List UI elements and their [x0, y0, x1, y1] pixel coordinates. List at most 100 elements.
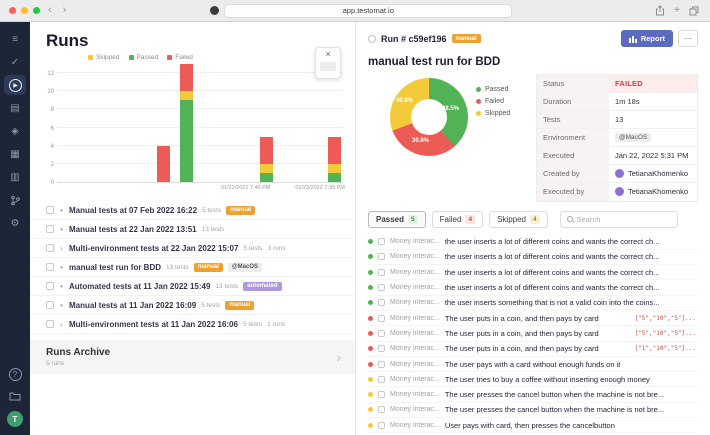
test-title[interactable]: the user inserts something that is not a… [445, 298, 660, 307]
run-list-item[interactable]: › Multi-environment tests at 22 Jan 2022 … [30, 239, 355, 258]
forward-button[interactable]: › [60, 5, 70, 16]
run-title[interactable]: Automated tests at 11 Jan 2022 15:49 [69, 282, 210, 291]
sidebar-item-analytics-icon[interactable]: ▥ [4, 167, 26, 187]
test-checkbox[interactable] [378, 361, 385, 368]
minimize-window-button[interactable] [21, 7, 28, 14]
run-list-item[interactable]: •Manual tests at 22 Jan 2022 13:5113 tes… [30, 220, 355, 239]
run-title[interactable]: Manual tests at 11 Jan 2022 16:09 [69, 301, 196, 310]
report-button[interactable]: Report [621, 30, 673, 47]
back-button[interactable]: ‹ [45, 5, 55, 16]
test-suite-label[interactable]: Money interac... [390, 299, 440, 306]
run-title[interactable]: manual test run for BDD [69, 263, 161, 272]
test-checkbox[interactable] [378, 330, 385, 337]
run-list-item[interactable]: •Manual tests at 07 Feb 2022 16:225 test… [30, 201, 355, 220]
zoom-window-button[interactable] [33, 7, 40, 14]
test-suite-label[interactable]: Money interac... [390, 238, 440, 245]
test-checkbox[interactable] [378, 284, 385, 291]
run-checkbox[interactable] [46, 320, 54, 328]
test-list-item[interactable]: Money interac... the user inserts a lot o… [368, 235, 698, 250]
tab-failed[interactable]: Failed4 [432, 211, 483, 228]
run-title[interactable]: Manual tests at 22 Jan 2022 13:51 [69, 225, 197, 234]
expand-chevron-icon[interactable]: › [59, 320, 64, 329]
sidebar-item-suites-icon[interactable]: ◈ [4, 121, 26, 141]
test-title[interactable]: The user pays with a card without enough… [445, 360, 621, 369]
run-checkbox[interactable] [46, 301, 54, 309]
chart-bar[interactable] [328, 137, 341, 182]
new-tab-icon[interactable]: + [672, 5, 682, 16]
sidebar-item-checks-icon[interactable]: ✓ [4, 52, 26, 72]
test-title[interactable]: the user inserts a lot of different coin… [445, 237, 660, 246]
test-list-item[interactable]: Money interac...The user presses the can… [368, 387, 698, 402]
test-suite-label[interactable]: Money interac... [390, 345, 440, 352]
run-checkbox[interactable] [46, 244, 54, 252]
test-checkbox[interactable] [378, 376, 385, 383]
test-title[interactable]: The user presses the cancel button when … [445, 405, 664, 414]
test-title[interactable]: The user puts in a coin, and then pays b… [445, 329, 599, 338]
test-checkbox[interactable] [378, 391, 385, 398]
test-suite-label[interactable]: Money interac... [390, 422, 440, 429]
close-icon[interactable]: × [325, 50, 330, 59]
run-list-item[interactable]: › Multi-environment tests at 11 Jan 2022 … [30, 315, 355, 334]
test-checkbox[interactable] [378, 269, 385, 276]
user-avatar-badge[interactable]: T [7, 411, 23, 427]
test-checkbox[interactable] [378, 253, 385, 260]
runs-archive[interactable]: Runs Archive 5 runs › [30, 340, 355, 374]
close-window-button[interactable] [9, 7, 16, 14]
archive-folder-icon[interactable] [4, 386, 26, 406]
test-checkbox[interactable] [378, 299, 385, 306]
test-list-item[interactable]: Money interac... The user presses the can… [368, 403, 698, 418]
test-title[interactable]: the user inserts a lot of different coin… [445, 252, 660, 261]
test-title[interactable]: The user presses the cancel button when … [445, 390, 664, 399]
test-title[interactable]: The user puts in a coin, and then pays b… [445, 344, 599, 353]
help-icon[interactable]: ? [9, 368, 22, 381]
test-checkbox[interactable] [378, 406, 385, 413]
run-list-item[interactable]: •Automated tests at 11 Jan 2022 15:4913 … [30, 277, 355, 296]
chart-bar[interactable] [157, 146, 170, 182]
test-list-item[interactable]: Money interac... the user inserts a lot o… [368, 280, 698, 295]
test-checkbox[interactable] [378, 345, 385, 352]
run-list-item[interactable]: •Manual tests at 11 Jan 2022 16:095 test… [30, 296, 355, 315]
test-list-item[interactable]: Money interac... the user inserts a lot o… [368, 265, 698, 280]
test-suite-label[interactable]: Money interac... [390, 284, 440, 291]
menu-icon[interactable]: ≡ [4, 29, 26, 49]
chart-bar[interactable] [180, 64, 193, 182]
run-checkbox[interactable] [46, 225, 54, 233]
test-list-item[interactable]: Money interac... the user inserts a lot o… [368, 250, 698, 265]
run-title[interactable]: Multi-environment tests at 22 Jan 2022 1… [69, 244, 238, 253]
sidebar-item-tasks-icon[interactable]: ▤ [4, 98, 26, 118]
test-suite-label[interactable]: Money interac... [390, 269, 440, 276]
test-title[interactable]: The user tries to buy a coffee without i… [445, 375, 650, 384]
test-checkbox[interactable] [378, 422, 385, 429]
sidebar-item-settings-gear-icon[interactable]: ⚙ [4, 213, 26, 233]
test-title[interactable]: User pays with card, then presses the ca… [445, 421, 615, 430]
test-suite-label[interactable]: Money interac... [390, 253, 440, 260]
test-title[interactable]: the user inserts a lot of different coin… [445, 268, 660, 277]
search-input[interactable] [577, 215, 671, 224]
test-suite-label[interactable]: Money interac... [390, 361, 440, 368]
chart-bar[interactable] [260, 137, 273, 182]
tab-overview-icon[interactable] [687, 6, 701, 16]
chevron-right-icon[interactable]: › [336, 349, 341, 365]
more-actions-button[interactable]: ⋯ [678, 30, 698, 47]
test-list-item[interactable]: Money interac... The user pays with a car… [368, 357, 698, 372]
test-checkbox[interactable] [378, 238, 385, 245]
sidebar-item-branches-icon[interactable] [4, 190, 26, 210]
run-checkbox[interactable] [46, 282, 54, 290]
expand-chevron-icon[interactable]: › [59, 244, 64, 253]
tab-passed[interactable]: Passed5 [368, 211, 426, 228]
run-list-item[interactable]: •manual test run for BDD13 testsmanual@M… [30, 258, 355, 277]
run-title[interactable]: Multi-environment tests at 11 Jan 2022 1… [69, 320, 238, 329]
test-suite-label[interactable]: Money interac... [390, 376, 440, 383]
test-title[interactable]: The user puts in a coin, and then pays b… [445, 314, 599, 323]
test-title[interactable]: the user inserts a lot of different coin… [445, 283, 660, 292]
run-checkbox[interactable] [46, 206, 54, 214]
test-list-item[interactable]: Money interac... User pays with card, the… [368, 418, 698, 433]
test-suite-label[interactable]: Money interac... [390, 406, 440, 413]
search-box[interactable] [560, 211, 678, 228]
test-list-item[interactable]: Money interac...The user puts in a coin,… [368, 326, 698, 341]
run-checkbox[interactable] [46, 263, 54, 271]
test-list-item[interactable]: Money interac...The user puts in a coin,… [368, 311, 698, 326]
tab-skipped[interactable]: Skipped4 [489, 211, 548, 228]
address-bar[interactable]: app.testomat.io [224, 4, 512, 18]
run-title[interactable]: Manual tests at 07 Feb 2022 16:22 [69, 206, 197, 215]
